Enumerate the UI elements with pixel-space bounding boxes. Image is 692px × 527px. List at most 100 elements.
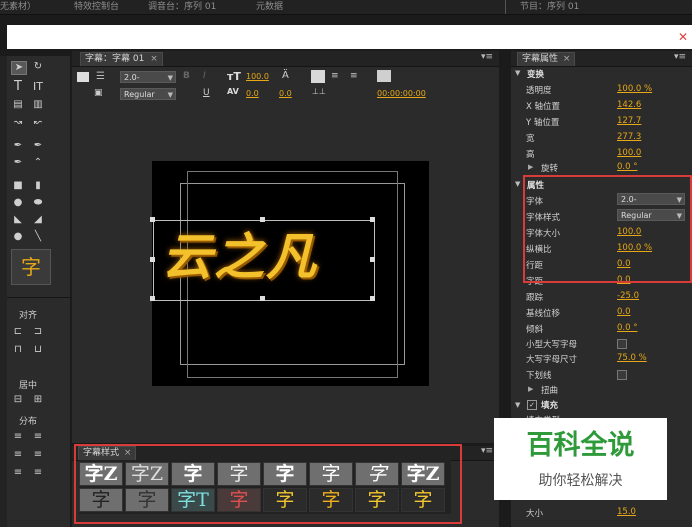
- distribute-icon[interactable]: ≡: [11, 431, 25, 443]
- type-tool-icon[interactable]: T: [11, 80, 25, 93]
- transform-section[interactable]: 变换: [527, 68, 544, 80]
- tab-title-properties-label: 字幕属性: [522, 54, 559, 64]
- vertical-area-type-tool-icon[interactable]: ▥: [31, 99, 45, 111]
- center-vertical-icon[interactable]: ⊞: [31, 394, 45, 406]
- opacity-value[interactable]: 100.0 %: [617, 84, 652, 94]
- underline-icon[interactable]: U: [203, 88, 210, 98]
- resize-handle[interactable]: [150, 257, 155, 262]
- tracking-value[interactable]: -25.0: [617, 291, 639, 301]
- tab-title-properties[interactable]: 字幕属性 ×: [517, 52, 576, 66]
- font-style-dropdown[interactable]: Regular ▼: [120, 88, 176, 100]
- distribute-icon[interactable]: ≡: [31, 449, 45, 461]
- clipped-corner-tool-icon[interactable]: ⬬: [31, 197, 45, 209]
- italic-icon[interactable]: I: [203, 71, 206, 81]
- aspect-icon: Ä: [282, 70, 289, 81]
- leading-value[interactable]: 0.0: [279, 89, 292, 98]
- tab-effect-controls[interactable]: 特效控制台: [74, 0, 138, 14]
- height-value[interactable]: 100.0: [617, 148, 641, 158]
- font-family-dropdown[interactable]: 2.0- ▼: [120, 71, 176, 83]
- align-center-icon[interactable]: ⊐: [31, 326, 45, 338]
- align-left-text-icon[interactable]: [311, 70, 325, 83]
- wedge-tool-icon[interactable]: ◣: [11, 214, 25, 226]
- tab-audio-mixer[interactable]: 调音台：序列 01: [148, 0, 228, 14]
- expand-triangle-icon[interactable]: ▶: [528, 385, 533, 393]
- tab-titler[interactable]: 字幕：字幕 01 ×: [80, 52, 163, 66]
- baseline-shift-value[interactable]: 0.0: [617, 307, 631, 317]
- expand-triangle-icon[interactable]: ▼: [515, 401, 520, 409]
- align-left-icon[interactable]: ⊏: [11, 326, 25, 338]
- close-icon[interactable]: ✕: [678, 25, 688, 49]
- align-center-text-icon[interactable]: ≡: [331, 71, 339, 81]
- size-value[interactable]: 15.0: [617, 507, 636, 517]
- add-anchor-tool-icon[interactable]: ✒: [11, 157, 25, 169]
- expand-triangle-icon[interactable]: ▼: [515, 69, 520, 77]
- y-position-value[interactable]: 127.7: [617, 116, 641, 126]
- slant-value[interactable]: 0.0 °: [617, 323, 637, 333]
- distribute-icon[interactable]: ≡: [31, 431, 45, 443]
- tab-metadata[interactable]: 元数据: [256, 0, 296, 14]
- center-horizontal-icon[interactable]: ⊟: [11, 394, 25, 406]
- align-right-text-icon[interactable]: ≡: [350, 71, 358, 81]
- ellipse-tool-icon[interactable]: ●: [11, 197, 25, 209]
- show-background-video-icon[interactable]: [377, 70, 391, 82]
- selection-tool-icon[interactable]: ➤: [11, 61, 27, 75]
- panel-menu-icon[interactable]: ▾≡: [481, 52, 493, 62]
- title-canvas[interactable]: 云之凡: [150, 161, 429, 386]
- kerning-value[interactable]: 0.0: [246, 89, 259, 98]
- vertical-type-tool-icon[interactable]: IT: [31, 81, 45, 93]
- fill-checkbox[interactable]: ✓: [527, 400, 537, 410]
- size-label: 大小: [526, 509, 544, 519]
- expand-triangle-icon[interactable]: ▼: [515, 180, 520, 188]
- new-title-icon[interactable]: [77, 72, 89, 82]
- area-type-tool-icon[interactable]: ▤: [11, 99, 25, 111]
- resize-handle[interactable]: [370, 257, 375, 262]
- bold-icon[interactable]: B: [183, 71, 190, 81]
- circle-tool-icon[interactable]: ●: [11, 231, 25, 243]
- tab-source[interactable]: 无素材）: [0, 0, 62, 14]
- resize-handle[interactable]: [150, 217, 155, 222]
- fill-section[interactable]: 填充: [541, 399, 558, 411]
- tab-stops-icon[interactable]: ⊥⊥: [312, 87, 326, 96]
- small-caps-checkbox[interactable]: [617, 339, 627, 349]
- rounded-rectangle-tool-icon[interactable]: ▮: [31, 180, 45, 192]
- panel-menu-icon[interactable]: ▾≡: [674, 52, 686, 62]
- width-value[interactable]: 277.3: [617, 132, 641, 142]
- y-position-label: Y 轴位置: [526, 118, 560, 128]
- rotation-value[interactable]: 0.0 °: [617, 162, 637, 172]
- rectangle-tool-icon[interactable]: ■: [11, 180, 25, 192]
- vertical-path-type-tool-icon[interactable]: ↜: [31, 117, 45, 129]
- distribute-icon[interactable]: ≡: [11, 449, 25, 461]
- x-position-value[interactable]: 142.6: [617, 100, 641, 110]
- expand-triangle-icon[interactable]: ▶: [528, 163, 533, 171]
- resize-handle[interactable]: [370, 217, 375, 222]
- underline-checkbox[interactable]: [617, 370, 627, 380]
- arc-tool-icon[interactable]: ◢: [31, 214, 45, 226]
- convert-anchor-tool-icon[interactable]: ⌃: [31, 157, 45, 169]
- panel-menu-icon[interactable]: ▾≡: [481, 446, 493, 456]
- rotation-tool-icon[interactable]: ↻: [31, 61, 45, 73]
- line-tool-icon[interactable]: ╲: [31, 231, 45, 243]
- distribute-icon[interactable]: ≡: [11, 467, 25, 479]
- timecode[interactable]: 00:00:00:00: [377, 89, 426, 98]
- title-text[interactable]: 云之凡: [162, 221, 367, 293]
- pen-tool-icon[interactable]: ✒: [11, 140, 25, 152]
- small-caps-size-value[interactable]: 75.0 %: [617, 353, 647, 363]
- font-size-value[interactable]: 100.0: [246, 72, 269, 81]
- tab-program-monitor[interactable]: 节目：序列 01: [520, 0, 584, 14]
- resize-handle[interactable]: [370, 296, 375, 301]
- highlight-box-styles: [74, 444, 462, 524]
- distribute-icon[interactable]: ≡: [31, 467, 45, 479]
- roll-crawl-icon[interactable]: ☰: [96, 71, 105, 82]
- watermark-subtitle: 助你轻松解决: [538, 473, 623, 489]
- top-tab-bar: 无素材） 特效控制台 调音台：序列 01 元数据 节目：序列 01: [0, 0, 692, 15]
- close-icon[interactable]: ×: [563, 54, 571, 64]
- resize-handle[interactable]: [260, 296, 265, 301]
- resize-handle[interactable]: [150, 296, 155, 301]
- template-icon[interactable]: ▣: [94, 88, 103, 98]
- path-type-tool-icon[interactable]: ↝: [11, 117, 25, 129]
- close-icon[interactable]: ×: [150, 54, 158, 64]
- delete-anchor-tool-icon[interactable]: ✒: [31, 140, 45, 152]
- align-bottom-icon[interactable]: ⊔: [31, 344, 45, 356]
- align-top-icon[interactable]: ⊓: [11, 344, 25, 356]
- distribute-label: 分布: [19, 417, 38, 427]
